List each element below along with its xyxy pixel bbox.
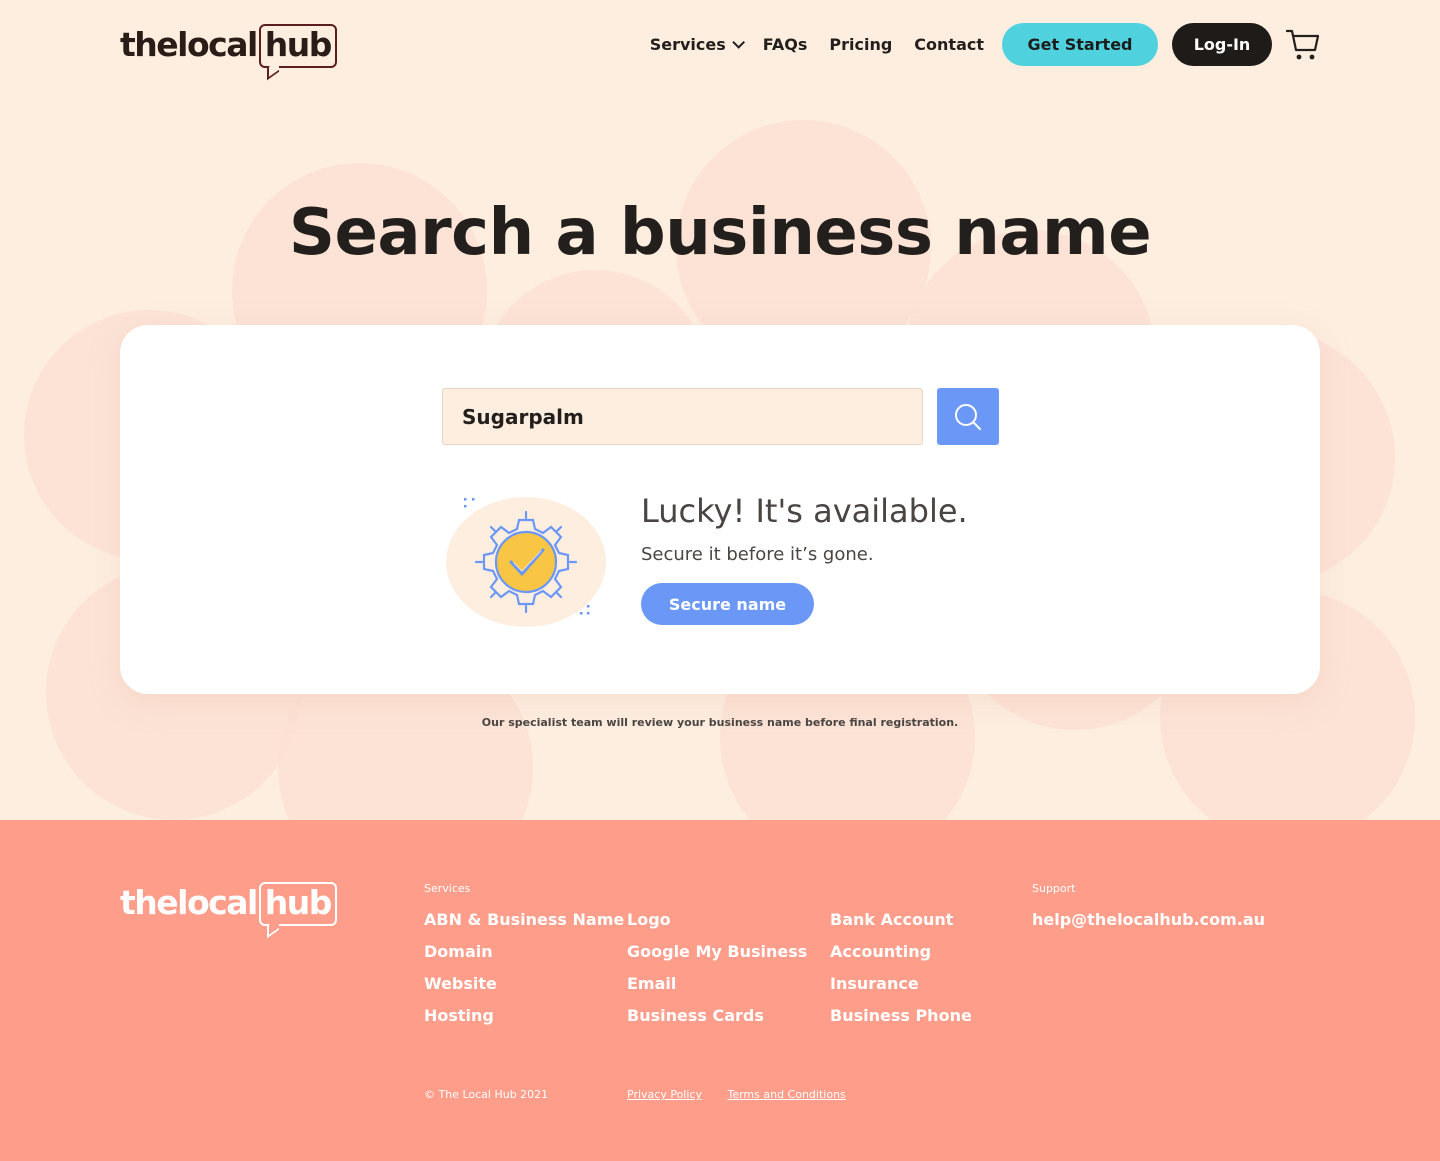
footer-link-insurance[interactable]: Insurance — [830, 973, 972, 1005]
footer-link-email[interactable]: Email — [627, 973, 807, 1005]
footer-link-logo[interactable]: Logo — [627, 909, 807, 941]
footer-link-domain[interactable]: Domain — [424, 941, 624, 973]
footer-services-column-3: Bank Account Accounting Insurance Busine… — [830, 909, 972, 1037]
search-icon — [955, 403, 981, 430]
site-footer: thelocal hub Services ABN & Business Nam… — [0, 820, 1440, 1161]
footer-link-google-my-business[interactable]: Google My Business — [627, 941, 807, 973]
nav-services-label: Services — [649, 34, 726, 54]
footer-copyright: © The Local Hub 2021 — [424, 1088, 549, 1101]
get-started-button[interactable]: Get Started — [1002, 22, 1158, 66]
site-header: thelocal hub Services FAQs Pricing Conta… — [0, 0, 1440, 92]
footer-link-accounting[interactable]: Accounting — [830, 941, 972, 973]
logo[interactable]: thelocal hub — [120, 24, 337, 74]
availability-result: Lucky! It's available. Secure it before … — [442, 490, 1042, 630]
footer-support-column: help@thelocalhub.com.au — [1032, 909, 1265, 941]
privacy-policy-link[interactable]: Privacy Policy — [627, 1088, 702, 1101]
footer-services-heading: Services — [424, 882, 471, 895]
result-text: Lucky! It's available. Secure it before … — [641, 492, 968, 625]
logo-hub-badge: hub — [258, 24, 337, 68]
business-name-search-input[interactable] — [442, 388, 923, 445]
terms-link[interactable]: Terms and Conditions — [727, 1088, 845, 1101]
footer-services-column-1: ABN & Business Name Domain Website Hosti… — [424, 909, 624, 1037]
footer-link-business-phone[interactable]: Business Phone — [830, 1005, 972, 1037]
footer-logo-text: thelocal — [120, 883, 258, 922]
footer-support-email[interactable]: help@thelocalhub.com.au — [1032, 909, 1265, 941]
footer-logo-hub-badge: hub — [258, 882, 337, 926]
footer-link-website[interactable]: Website — [424, 973, 624, 1005]
footer-link-bank-account[interactable]: Bank Account — [830, 909, 972, 941]
login-button[interactable]: Log-In — [1172, 22, 1272, 66]
nav-faqs[interactable]: FAQs — [763, 35, 808, 54]
page-title: Search a business name — [288, 196, 1152, 270]
chevron-down-icon — [732, 35, 745, 49]
footer-support-heading: Support — [1032, 882, 1076, 895]
footer-legal-links: Privacy Policy Terms and Conditions — [627, 1088, 846, 1101]
footer-logo[interactable]: thelocal hub — [120, 882, 337, 926]
nav-services[interactable]: Services — [649, 34, 745, 54]
footer-link-hosting[interactable]: Hosting — [424, 1005, 624, 1037]
footer-link-business-cards[interactable]: Business Cards — [627, 1005, 807, 1037]
gear-check-icon — [446, 497, 606, 627]
search-card: Lucky! It's available. Secure it before … — [120, 325, 1320, 694]
logo-text: thelocal — [120, 25, 258, 64]
footer-services-column-2: Logo Google My Business Email Business C… — [627, 909, 807, 1037]
nav-pricing[interactable]: Pricing — [829, 35, 892, 54]
review-note: Our specialist team will review your bus… — [481, 716, 959, 729]
result-title: Lucky! It's available. — [641, 492, 968, 530]
footer-link-abn[interactable]: ABN & Business Name — [424, 909, 624, 941]
main-nav: Services FAQs Pricing Contact Get Starte… — [650, 22, 1320, 66]
nav-contact[interactable]: Contact — [914, 35, 984, 54]
search-bar — [442, 388, 999, 445]
secure-name-button[interactable]: Secure name — [641, 583, 814, 625]
result-subtitle: Secure it before it’s gone. — [641, 544, 874, 565]
shopping-cart-icon[interactable] — [1286, 26, 1320, 62]
search-button[interactable] — [937, 388, 999, 445]
